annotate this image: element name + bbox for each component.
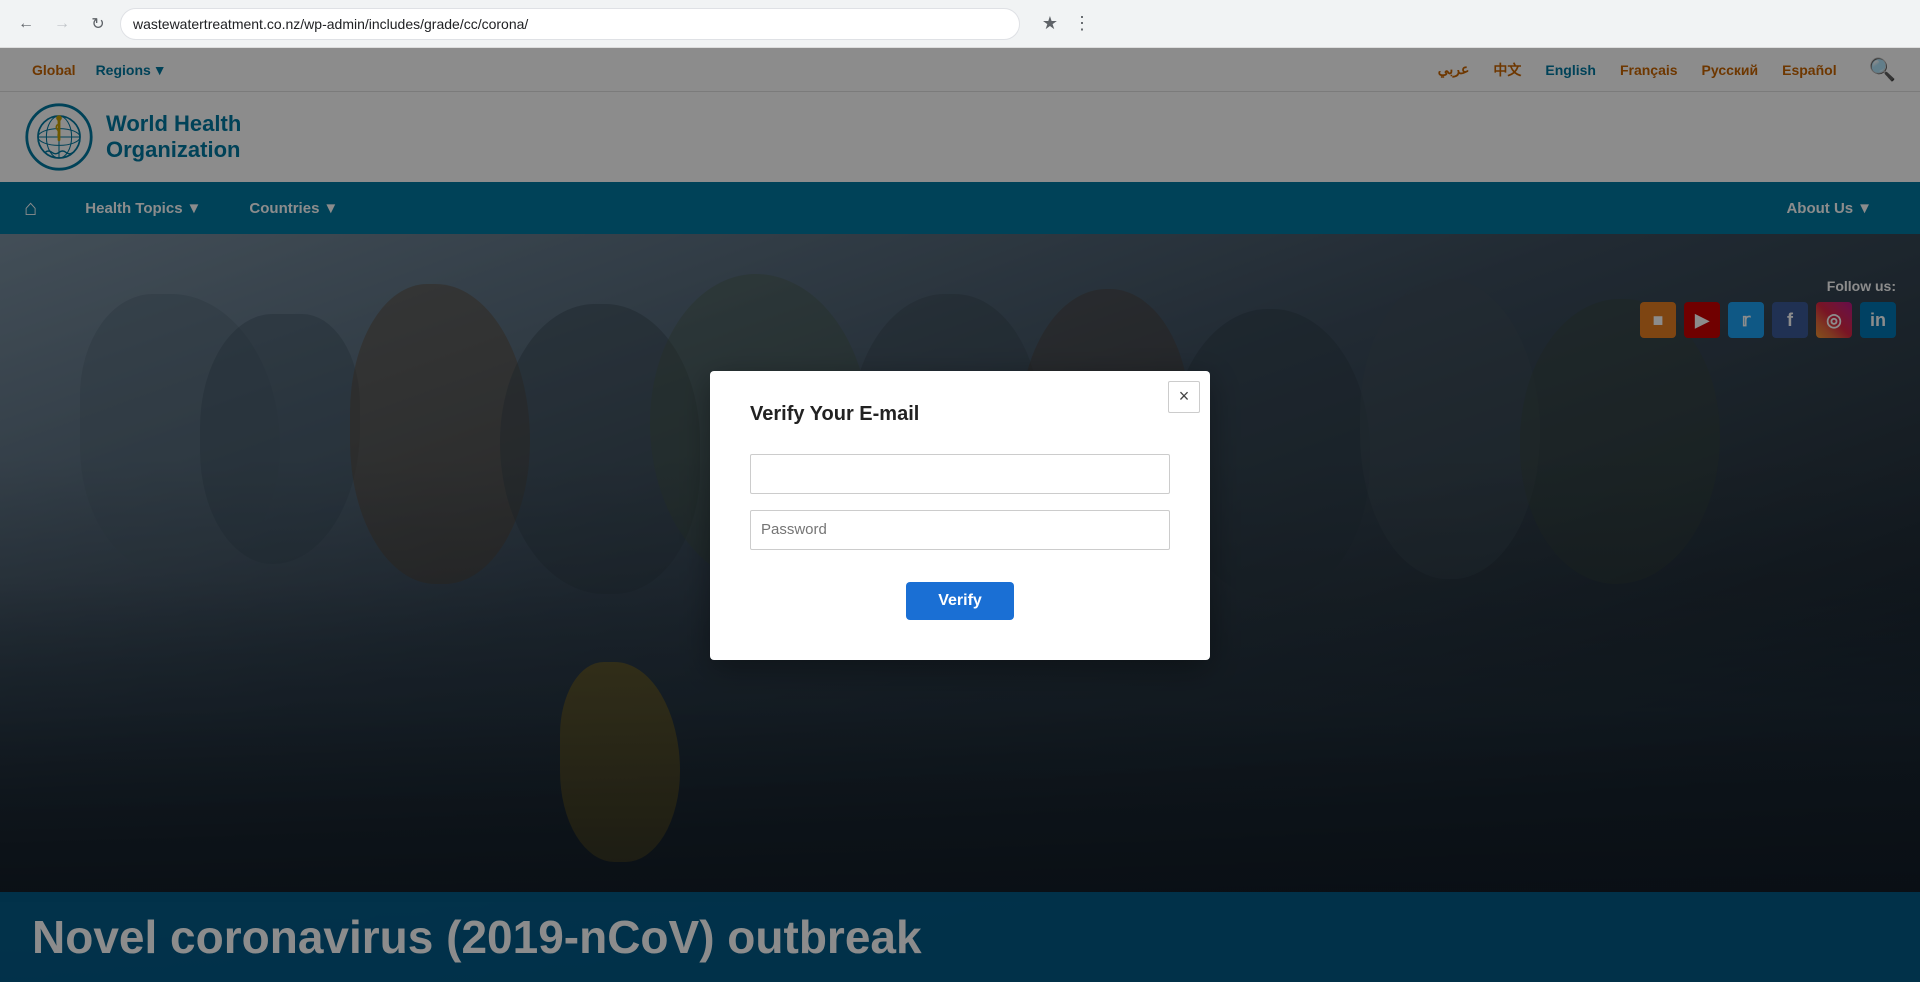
bookmark-button[interactable]: ★ <box>1036 10 1064 38</box>
reload-button[interactable]: ↻ <box>84 10 112 38</box>
back-button[interactable]: ← <box>12 10 40 38</box>
address-bar[interactable]: wastewatertreatment.co.nz/wp-admin/inclu… <box>120 8 1020 40</box>
modal-title: Verify Your E-mail <box>750 403 1170 426</box>
verify-email-modal: × Verify Your E-mail Verify <box>710 371 1210 660</box>
password-input[interactable] <box>750 510 1170 550</box>
menu-button[interactable]: ⋮ <box>1068 10 1096 38</box>
email-input[interactable] <box>750 454 1170 494</box>
modal-overlay: × Verify Your E-mail Verify <box>0 48 1920 982</box>
website: Global Regions ▼ عربي 中文 English Françai… <box>0 48 1920 982</box>
modal-close-button[interactable]: × <box>1168 381 1200 413</box>
url-text: wastewatertreatment.co.nz/wp-admin/inclu… <box>133 16 1007 32</box>
browser-chrome: ← → ↻ wastewatertreatment.co.nz/wp-admin… <box>0 0 1920 48</box>
browser-actions: ★ ⋮ <box>1036 10 1096 38</box>
verify-button[interactable]: Verify <box>906 582 1014 620</box>
forward-button[interactable]: → <box>48 10 76 38</box>
